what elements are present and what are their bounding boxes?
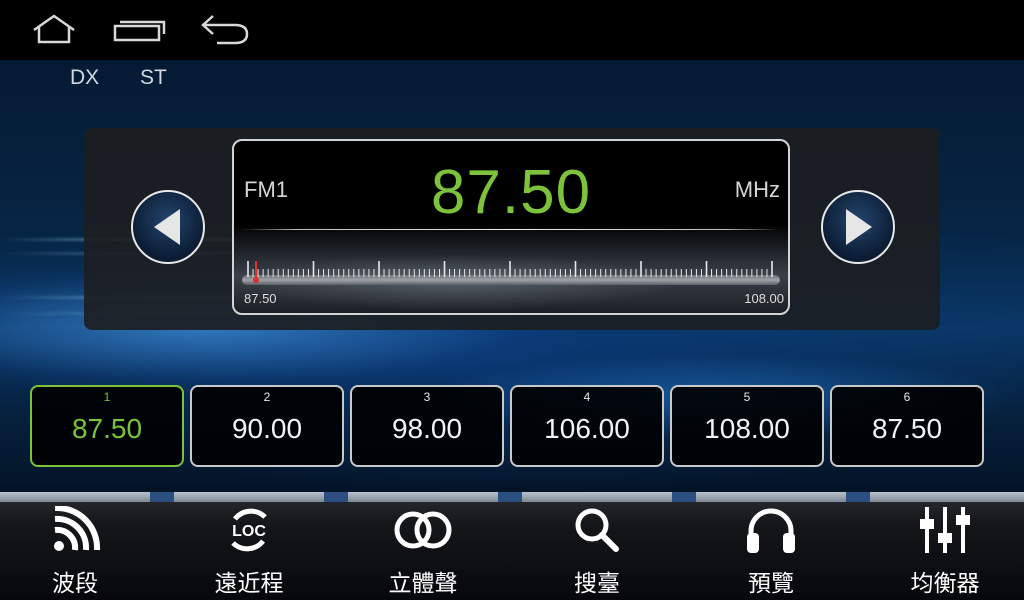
local-distance-label: 遠近程	[214, 571, 284, 597]
search-station-label: 搜臺	[574, 571, 620, 597]
preset-button-3[interactable]: 3 98.00	[350, 385, 504, 467]
recent-apps-button[interactable]	[112, 8, 168, 50]
local-distance-button[interactable]: LOC 遠近程	[162, 492, 336, 600]
loc-icon: LOC	[231, 508, 267, 552]
tuning-scale-ticks	[247, 261, 773, 277]
preset-frequency: 87.50	[871, 413, 943, 444]
preset-number: 4	[583, 390, 591, 404]
equalizer-icon	[920, 507, 970, 553]
stereo-button[interactable]: 立體聲	[336, 492, 510, 600]
bottom-toolbar: 波段 LOC 遠近程 立體聲 搜臺 預覽 均衡器	[0, 492, 1024, 600]
search-icon	[575, 508, 619, 552]
preset-frequency: 98.00	[391, 413, 463, 444]
home-button[interactable]	[26, 8, 82, 50]
headphones-icon	[747, 508, 795, 553]
band-label: 波段	[52, 571, 98, 597]
triangle-right-icon	[846, 209, 872, 245]
preset-button-5[interactable]: 5 108.00	[670, 385, 824, 467]
stereo-label: 立體聲	[388, 571, 458, 597]
preset-number: 6	[903, 390, 911, 404]
equalizer-label: 均衡器	[910, 571, 980, 597]
band-signal-icon	[54, 506, 101, 551]
tuning-needle-dot	[253, 277, 259, 283]
seek-up-button[interactable]	[821, 190, 895, 264]
preview-button[interactable]: 預覽	[684, 492, 858, 600]
preset-frequency: 108.00	[704, 413, 790, 444]
navigation-bar	[0, 0, 1024, 60]
preset-frequency: 90.00	[231, 413, 303, 444]
preset-button-4[interactable]: 4 106.00	[510, 385, 664, 467]
unit-label: MHz	[734, 177, 780, 202]
home-icon	[33, 14, 75, 44]
band-button[interactable]: 波段	[0, 492, 162, 600]
preset-number: 5	[743, 390, 751, 404]
tuner-panel: FM1 87.50 MHz 87.50 108.00	[84, 128, 940, 330]
dx-indicator: DX	[70, 66, 100, 89]
preset-button-2[interactable]: 2 90.00	[190, 385, 344, 467]
preset-frequency: 87.50	[71, 413, 143, 444]
frequency-display: FM1 87.50 MHz 87.50 108.00	[232, 139, 790, 315]
search-station-button[interactable]: 搜臺	[510, 492, 684, 600]
preset-number: 1	[103, 390, 111, 404]
preset-button-1[interactable]: 1 87.50	[30, 385, 184, 467]
back-icon	[201, 15, 249, 45]
scale-min-label: 87.50	[244, 291, 277, 306]
preset-frequency: 106.00	[544, 413, 630, 444]
back-button[interactable]	[196, 8, 252, 50]
recent-apps-icon	[113, 20, 166, 42]
preset-button-6[interactable]: 6 87.50	[830, 385, 984, 467]
triangle-left-icon	[154, 209, 180, 245]
preset-number: 2	[263, 390, 271, 404]
seek-down-button[interactable]	[131, 190, 205, 264]
display-divider	[242, 229, 780, 230]
stereo-icon	[394, 511, 452, 549]
preview-label: 預覽	[748, 571, 794, 597]
equalizer-button[interactable]: 均衡器	[858, 492, 1024, 600]
loc-icon-text: LOC	[232, 523, 266, 540]
stereo-indicator: ST	[140, 66, 167, 89]
scale-max-label: 108.00	[744, 291, 784, 306]
frequency-value: 87.50	[430, 158, 592, 227]
preset-number: 3	[423, 390, 431, 404]
